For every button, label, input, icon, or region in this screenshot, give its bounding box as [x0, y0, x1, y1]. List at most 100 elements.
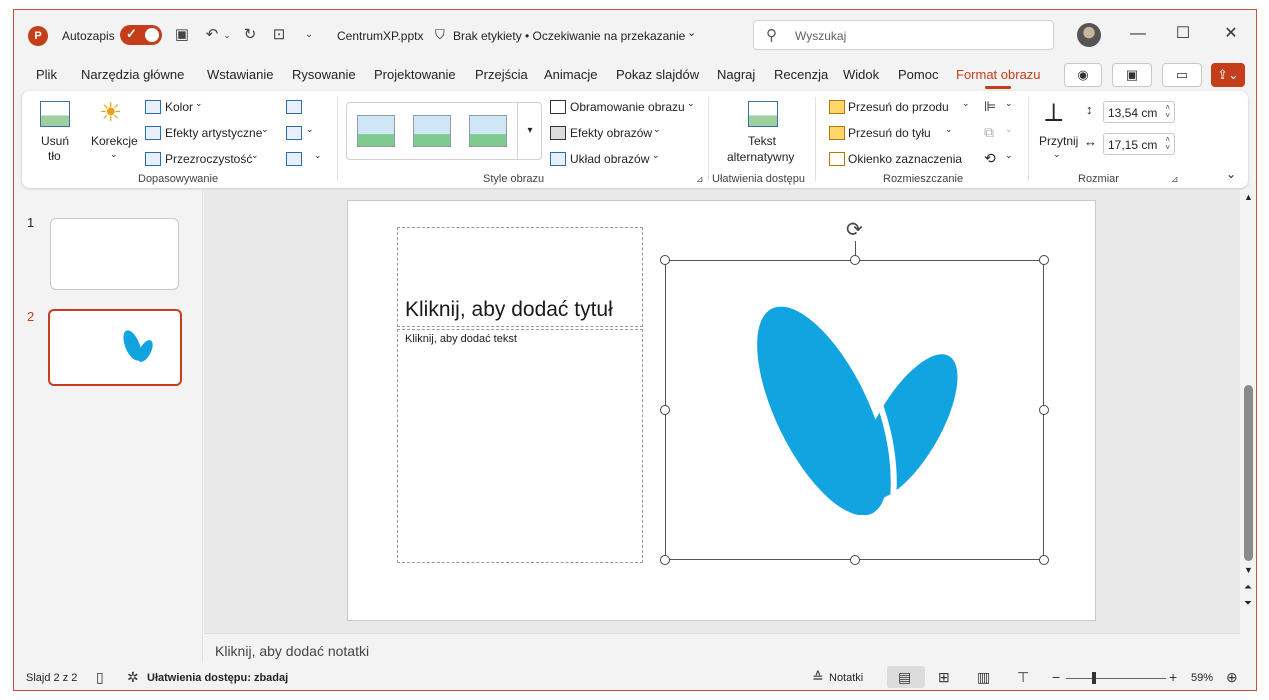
logo-picture[interactable]: [750, 299, 960, 515]
avatar[interactable]: [1077, 23, 1101, 47]
resize-handle[interactable]: [850, 255, 860, 265]
zoom-out-icon[interactable]: −: [1052, 669, 1060, 685]
picture-border-button[interactable]: Obramowanie obrazu: [570, 100, 685, 114]
tab-insert[interactable]: Wstawianie: [207, 67, 273, 82]
gallery-more-icon[interactable]: ▾: [517, 103, 542, 159]
minimize-icon[interactable]: —: [1124, 22, 1152, 46]
width-input[interactable]: 17,15 cm ˄ ˅: [1103, 133, 1175, 155]
picture-styles-gallery[interactable]: ▾: [346, 102, 542, 160]
tab-view[interactable]: Widok: [843, 67, 879, 82]
border-chevron-icon[interactable]: ⌄: [687, 98, 695, 109]
tab-file[interactable]: Plik: [36, 67, 57, 82]
share-button[interactable]: ⇪⌄: [1211, 63, 1245, 87]
remove-background-icon[interactable]: [40, 101, 70, 127]
corrections-chevron-icon[interactable]: ⌄: [110, 149, 118, 160]
resize-handle[interactable]: [850, 555, 860, 565]
align-icon[interactable]: ⊫: [984, 98, 996, 115]
picture-layout-button[interactable]: Układ obrazów: [570, 152, 649, 166]
search-input[interactable]: Wyszukaj: [795, 29, 846, 43]
save-icon[interactable]: ▣: [171, 24, 193, 46]
picture-border-icon[interactable]: [550, 100, 566, 114]
change-picture-chevron-icon[interactable]: ⌄: [306, 124, 314, 135]
tab-record[interactable]: Nagraj: [717, 67, 755, 82]
spinner-arrows-icon[interactable]: ˄ ˅: [1165, 136, 1170, 152]
align-chevron-icon[interactable]: ⌄: [1005, 98, 1013, 109]
style-thumbnail[interactable]: [469, 115, 507, 147]
width-value[interactable]: 17,15 cm: [1108, 138, 1157, 152]
crop-icon[interactable]: ⟂: [1045, 97, 1062, 129]
zoom-in-icon[interactable]: +: [1169, 669, 1177, 685]
effects-chevron-icon[interactable]: ⌄: [653, 124, 661, 135]
notes-toggle-icon[interactable]: ≙: [812, 669, 824, 686]
next-slide-icon[interactable]: ⏷: [1244, 598, 1252, 609]
spinner-arrows-icon[interactable]: ˄ ˅: [1165, 104, 1170, 120]
style-thumbnail[interactable]: [413, 115, 451, 147]
body-placeholder[interactable]: Kliknij, aby dodać tekst: [397, 329, 643, 563]
close-icon[interactable]: ✕: [1217, 22, 1245, 46]
style-thumbnail[interactable]: [357, 115, 395, 147]
tab-help[interactable]: Pomoc: [898, 67, 938, 82]
color-chevron-icon[interactable]: ⌄: [195, 98, 203, 109]
search-box[interactable]: ⚲ Wyszukaj: [753, 20, 1054, 50]
color-button[interactable]: Kolor: [165, 100, 193, 114]
dialog-launcher-icon[interactable]: ⊿: [1171, 174, 1179, 185]
transparency-icon[interactable]: [145, 152, 161, 166]
fit-to-window-icon[interactable]: ⊕: [1226, 669, 1238, 686]
selection-pane-icon[interactable]: [829, 152, 845, 166]
spelling-icon[interactable]: ▯: [96, 669, 104, 686]
notes-placeholder[interactable]: Kliknij, aby dodać notatki: [215, 643, 369, 659]
send-backward-chevron-icon[interactable]: ⌄: [945, 124, 953, 135]
corrections-button[interactable]: Korekcje: [91, 134, 138, 148]
tab-transitions[interactable]: Przejścia: [475, 67, 528, 82]
title-placeholder[interactable]: Kliknij, aby dodać tytuł: [397, 227, 643, 327]
resize-handle[interactable]: [1039, 405, 1049, 415]
scroll-down-icon[interactable]: ▼: [1244, 565, 1253, 575]
notes-pane[interactable]: Kliknij, aby dodać notatki: [204, 633, 1240, 663]
remove-background-label-2[interactable]: tło: [48, 149, 61, 163]
record-button[interactable]: ◉: [1064, 63, 1102, 87]
send-backward-button[interactable]: Przesuń do tyłu: [848, 126, 931, 140]
undo-dropdown-chevron-icon[interactable]: ⌄: [221, 24, 233, 46]
slideshow-view-icon[interactable]: ⊤: [1017, 669, 1029, 686]
resize-handle[interactable]: [1039, 255, 1049, 265]
body-placeholder-text[interactable]: Kliknij, aby dodać tekst: [405, 333, 517, 345]
bring-forward-icon[interactable]: [829, 100, 845, 114]
bring-forward-chevron-icon[interactable]: ⌄: [962, 98, 970, 109]
previous-slide-icon[interactable]: ⏶: [1244, 582, 1252, 593]
tab-animations[interactable]: Animacje: [544, 67, 597, 82]
normal-view-icon[interactable]: ▤: [898, 669, 911, 686]
corrections-sun-icon[interactable]: ☀: [99, 97, 122, 128]
sensitivity-label-status[interactable]: Brak etykiety • Oczekiwanie na przekazan…: [453, 29, 685, 43]
selection-pane-button[interactable]: Okienko zaznaczenia: [848, 152, 962, 166]
accessibility-icon[interactable]: ✲: [127, 669, 139, 686]
zoom-slider[interactable]: [1066, 678, 1166, 679]
tab-picture-format[interactable]: Format obrazu: [956, 67, 1041, 82]
reading-view-icon[interactable]: ▥: [977, 669, 990, 686]
accessibility-status[interactable]: Ułatwienia dostępu: zbadaj: [147, 672, 288, 684]
vertical-scrollbar[interactable]: ▲ ▼ ⏶ ⏷: [1240, 190, 1256, 633]
scrollbar-thumb[interactable]: [1244, 385, 1253, 561]
picture-effects-icon[interactable]: [550, 126, 566, 140]
customize-toolbar-icon[interactable]: ⌄: [298, 24, 320, 46]
send-backward-icon[interactable]: [829, 126, 845, 140]
rotate-handle-icon[interactable]: ⟳: [846, 217, 863, 242]
transparency-button[interactable]: Przezroczystość: [165, 152, 252, 166]
file-name[interactable]: CentrumXP.pptx: [337, 29, 424, 43]
tab-design[interactable]: Projektowanie: [374, 67, 456, 82]
undo-icon[interactable]: ↶: [201, 24, 223, 46]
zoom-level[interactable]: 59%: [1191, 672, 1213, 684]
crop-button[interactable]: Przytnij: [1039, 134, 1078, 148]
dialog-launcher-icon[interactable]: ⊿: [696, 174, 704, 185]
title-placeholder-text[interactable]: Kliknij, aby dodać tytuł: [405, 298, 613, 322]
tab-draw[interactable]: Rysowanie: [292, 67, 356, 82]
autosave-toggle[interactable]: ✓: [120, 25, 162, 45]
resize-handle[interactable]: [660, 255, 670, 265]
remove-background-label-1[interactable]: Usuń: [41, 134, 69, 148]
rotate-chevron-icon[interactable]: ⌄: [1005, 150, 1013, 161]
compress-pictures-icon[interactable]: [286, 100, 302, 114]
scroll-up-icon[interactable]: ▲: [1244, 192, 1253, 202]
slide-sorter-icon[interactable]: ⊞: [938, 669, 950, 686]
alt-text-icon[interactable]: [748, 101, 778, 127]
collapse-ribbon-icon[interactable]: ⌄: [1226, 167, 1236, 181]
present-icon[interactable]: ⊡: [268, 24, 290, 46]
